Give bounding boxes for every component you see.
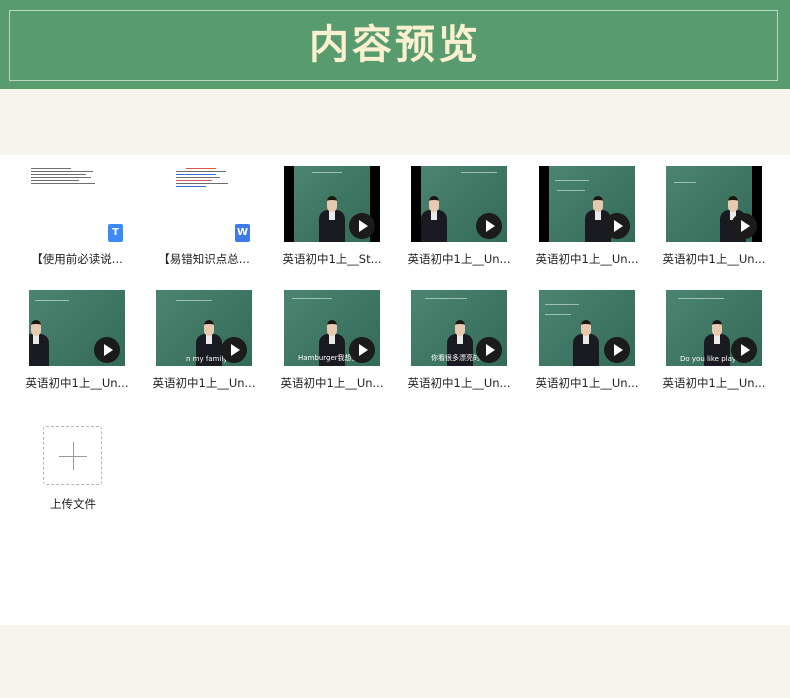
file-name: 英语初中1上__Un... [407,376,511,390]
file-tile[interactable]: 英语初中1上__Un... [662,166,766,267]
document-preview [176,168,242,189]
play-icon[interactable] [476,337,502,363]
file-name: 英语初中1上__St... [282,252,382,266]
play-icon[interactable] [476,213,502,239]
text-document-icon: T [108,224,123,242]
video-thumbnail [666,166,762,242]
file-tile[interactable]: 英语初中1上__Un... [25,290,129,391]
file-name: 英语初中1上__Un... [662,376,766,390]
upload-label: 上传文件 [50,497,96,511]
file-tile[interactable]: Do you like playing s 英语初中1上__Un... [662,290,766,391]
file-tile[interactable]: 英语初中1上__St... [280,166,384,267]
file-tile[interactable]: 你看很多漂亮的衣服 英语初中1上__Un... [407,290,511,391]
video-thumbnail [539,290,635,366]
upload-button[interactable] [43,426,102,485]
file-tile[interactable]: 英语初中1上__Un... [535,290,639,391]
document-preview [31,168,97,186]
file-name: 英语初中1上__Un... [280,376,384,390]
video-thumbnail [29,290,125,366]
word-document-icon: W [235,224,250,242]
file-tile[interactable]: 英语初中1上__Un... [535,166,639,267]
video-thumbnail [539,166,635,242]
play-icon[interactable] [349,213,375,239]
video-thumbnail [284,166,380,242]
play-icon[interactable] [731,337,757,363]
video-thumbnail [411,166,507,242]
file-name: 英语初中1上__Un... [535,376,639,390]
page-title: 内容预览 [309,21,481,68]
file-tile[interactable]: n my family 英语初中1上__Un... [152,290,256,391]
file-tile[interactable]: W 【易错知识点总... [152,166,256,267]
play-icon[interactable] [604,213,630,239]
video-thumbnail: Do you like playing s [666,290,762,366]
play-icon[interactable] [604,337,630,363]
file-name: 英语初中1上__Un... [662,252,766,266]
file-thumbnail: W [156,166,252,242]
play-icon[interactable] [349,337,375,363]
file-name: 英语初中1上__Un... [535,252,639,266]
play-icon[interactable] [94,337,120,363]
file-name: 英语初中1上__Un... [25,376,129,390]
file-name: 【使用前必读说... [31,252,123,266]
file-name: 英语初中1上__Un... [407,252,511,266]
file-name: 【易错知识点总... [158,252,250,266]
file-tile[interactable]: 英语初中1上__Un... [407,166,511,267]
file-thumbnail: T [29,166,125,242]
video-thumbnail: Hamburger我想要了 [284,290,380,366]
video-thumbnail: 你看很多漂亮的衣服 [411,290,507,366]
play-icon[interactable] [731,213,757,239]
file-tile[interactable]: T 【使用前必读说... [25,166,129,267]
file-tile[interactable]: Hamburger我想要了 英语初中1上__Un... [280,290,384,391]
video-subtitle: n my family [186,355,228,363]
video-thumbnail: n my family [156,290,252,366]
file-name: 英语初中1上__Un... [152,376,256,390]
header-banner: 内容预览 [0,0,790,89]
play-icon[interactable] [221,337,247,363]
